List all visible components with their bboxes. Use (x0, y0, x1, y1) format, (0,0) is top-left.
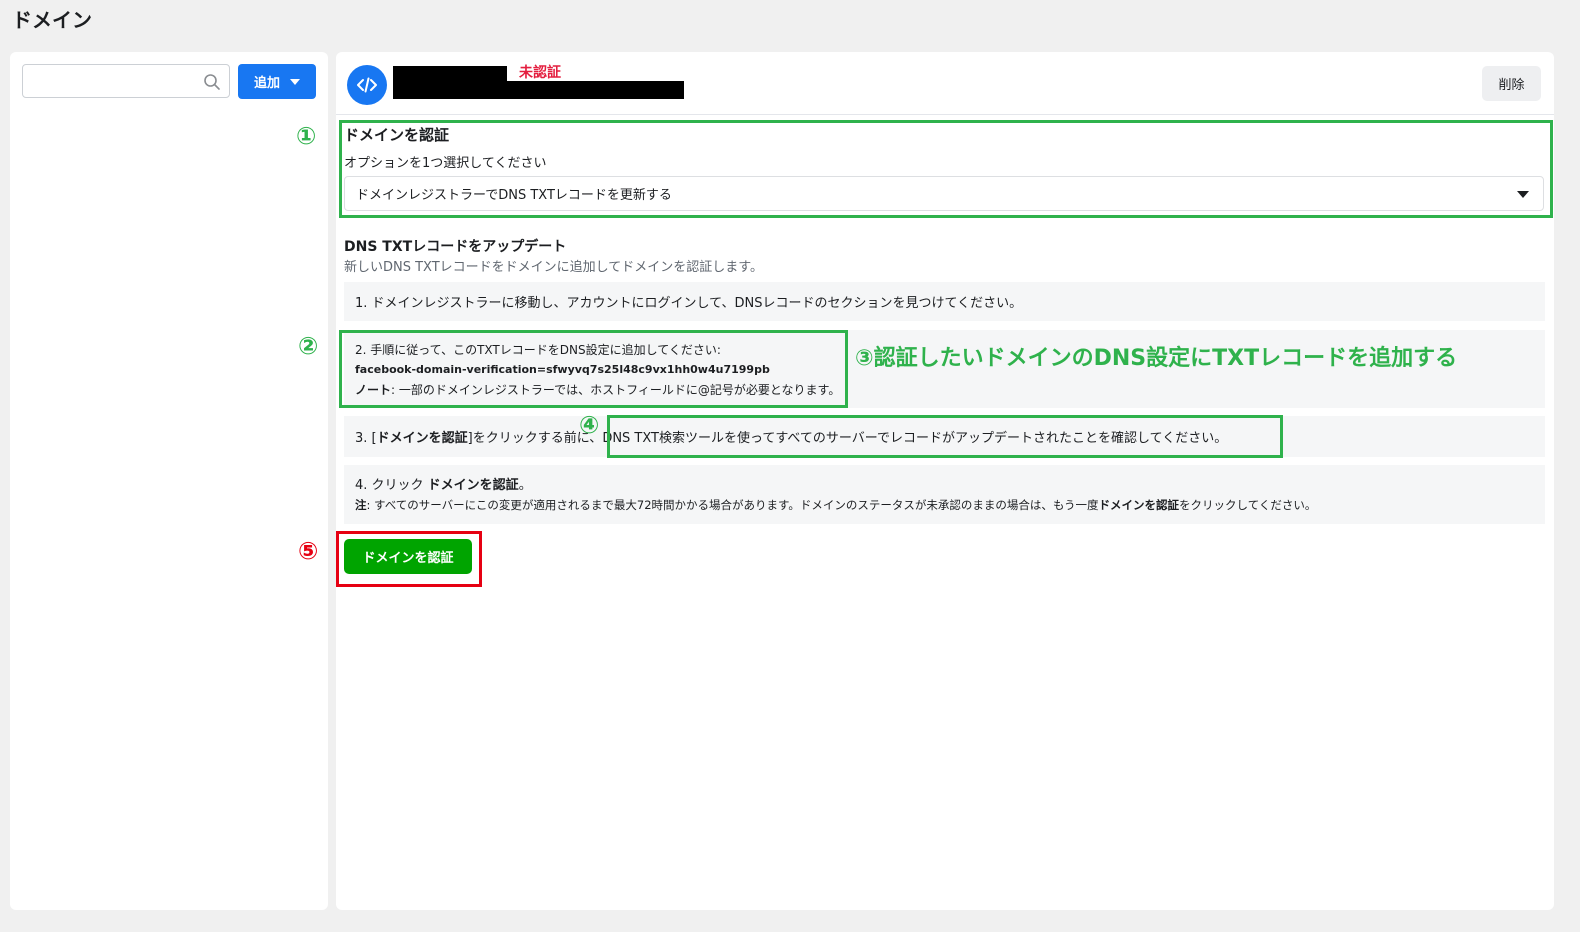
step-4-note-label: 注 (355, 498, 367, 512)
annotation-box-1 (339, 120, 1553, 218)
caret-down-icon (290, 78, 300, 85)
step-1: 1. ドメインレジストラーに移動し、アカウントにログインして、DNSレコードのセ… (344, 282, 1545, 321)
step-4-prefix: 4. クリック (355, 478, 428, 493)
annotation-number-4: ④ (579, 411, 600, 439)
annotation-number-1: ① (296, 122, 317, 150)
add-button-label: 追加 (253, 76, 280, 91)
step-4-line: 4. クリック ドメインを認証。 (355, 474, 1534, 493)
annotation-number-5: ⑤ (298, 537, 319, 565)
redacted-domain-name (393, 66, 507, 82)
header-divider (336, 114, 1554, 115)
step-4-note-b: をクリックしてください。 (1179, 498, 1317, 512)
redacted-domain-id (393, 81, 684, 99)
step-3-bold: ドメインを認証 (376, 431, 468, 446)
annotation-box-4 (607, 415, 1283, 458)
step-1-text: 1. ドメインレジストラーに移動し、アカウントにログインして、DNSレコードのセ… (355, 296, 1023, 311)
step-4-note-bold: ドメインを認証 (1098, 498, 1180, 512)
step-4-suffix: 。 (518, 478, 532, 493)
step-3-prefix: 3. [ (355, 431, 377, 446)
annotation-box-2 (339, 330, 848, 408)
dns-section-description: 新しいDNS TXTレコードをドメインに追加してドメインを認証します。 (344, 260, 763, 275)
delete-button[interactable]: 削除 (1482, 66, 1541, 101)
dns-section-title: DNS TXTレコードをアップデート (344, 239, 567, 255)
search-icon (204, 74, 220, 90)
search-input[interactable] (22, 64, 230, 98)
page-title: ドメイン (12, 8, 92, 32)
step-4-note-a: : すべてのサーバーにこの変更が適用されるまで最大72時間かかる場合があります。… (366, 498, 1099, 512)
domain-list-panel: 追加 (10, 52, 328, 910)
step-4-bold: ドメインを認証 (427, 478, 519, 493)
step-4: 4. クリック ドメインを認証。 注: すべてのサーバーにこの変更が適用されるま… (344, 465, 1545, 524)
annotation-box-5 (336, 531, 482, 587)
step-4-note: 注: すべてのサーバーにこの変更が適用されるまで最大72時間かかる場合があります… (355, 497, 1534, 513)
add-button[interactable]: 追加 (238, 64, 316, 99)
annotation-number-2: ② (298, 332, 319, 360)
code-icon (347, 65, 387, 105)
annotation-callout-3: ③認証したいドメインのDNS設定にTXTレコードを追加する (855, 346, 1458, 371)
status-badge: 未認証 (519, 65, 561, 81)
